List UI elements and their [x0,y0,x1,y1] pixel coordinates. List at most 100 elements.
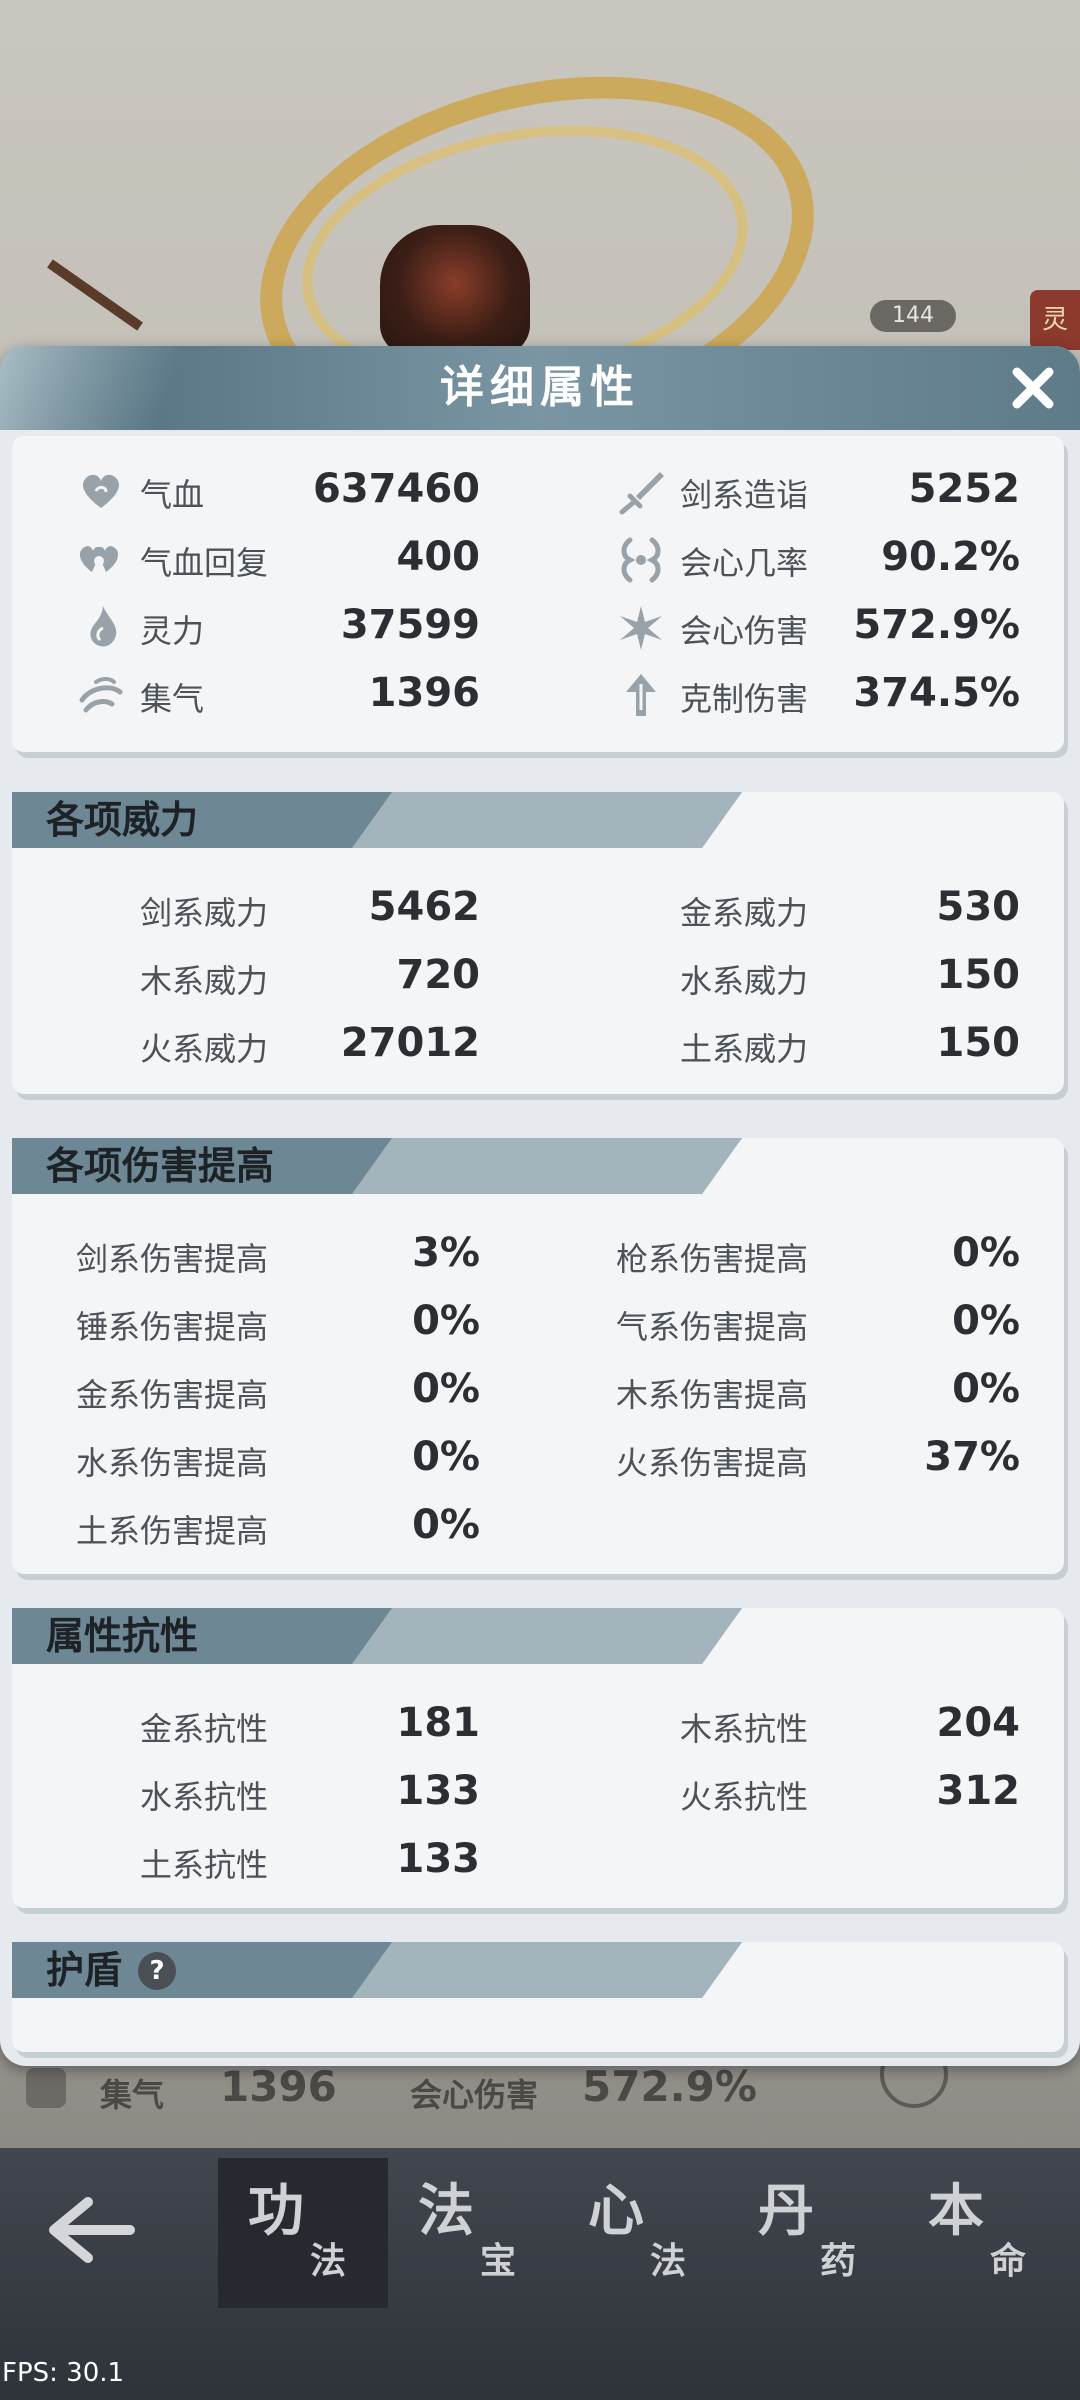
resist-section: 属性抗性 金系抗性 181 水系抗性 133 土系抗性 133 木系抗性 204… [12,1608,1064,1908]
basic-stats-card: 气血 637460 气血回复 400 灵力 37599 集气 1396 剑系造诣… [12,436,1064,752]
stat-value: 0% [952,1230,1020,1276]
stat-value: 530 [936,884,1021,930]
stat-value: 572.9% [853,602,1020,648]
stat-label: 土系伤害提高 [76,1512,269,1550]
stat-value: 1396 [368,670,480,716]
stat-label: 火系抗性 [680,1778,809,1816]
stat-value: 204 [936,1700,1021,1746]
stat-value: 0% [952,1298,1020,1344]
tab-fabao-small: 宝 [480,2241,517,2282]
stat-label: 气血 [140,476,205,514]
stat-label: 集气 [140,680,205,718]
character-helmet [380,225,530,355]
stat-value: 400 [396,534,481,580]
stat-row: 火系威力 27012 [12,1016,492,1076]
stat-row: 会心伤害 572.9% [552,598,1032,658]
stat-row: 水系伤害提高 0% [12,1430,492,1490]
stat-value: 27012 [340,1020,480,1066]
tab-gongfa[interactable]: 功 法 [218,2158,388,2308]
stat-row: 集气 1396 [12,666,492,726]
tab-fabao-big: 法 [418,2179,474,2244]
stat-value: 90.2% [881,534,1020,580]
stat-row: 火系伤害提高 37% [552,1430,1032,1490]
stat-value: 0% [952,1366,1020,1412]
stat-value: 181 [396,1700,481,1746]
stat-label: 气血回复 [140,544,269,582]
stat-label: 剑系威力 [140,894,269,932]
stat-row: 木系威力 720 [12,948,492,1008]
underlay-stat-a-value: 1396 [220,2062,337,2111]
stat-row: 金系抗性 181 [12,1696,492,1756]
stat-row: 木系伤害提高 0% [552,1362,1032,1422]
stat-row: 水系抗性 133 [12,1764,492,1824]
tab-danyao[interactable]: 丹 药 [728,2158,898,2308]
close-icon [1012,367,1054,409]
modal-title: 详细属性 [440,362,640,413]
stat-label: 金系威力 [680,894,809,932]
tab-gongfa-small: 法 [310,2241,347,2282]
arrow-up-icon [626,674,656,716]
stat-label: 克制伤害 [680,680,809,718]
stat-value: 5462 [368,884,480,930]
stat-value: 150 [936,952,1021,998]
underlay-stat-b-value: 572.9% [582,2062,757,2111]
section-header: 各项伤害提高 [12,1138,742,1194]
modal-header: 详细属性 [0,346,1080,430]
stat-label: 金系抗性 [140,1710,269,1748]
underlay-stat-b-label: 会心伤害 [410,2076,539,2114]
tab-xinfa[interactable]: 心 法 [558,2158,728,2308]
tab-benming-small: 命 [990,2241,1027,2282]
stat-value: 133 [396,1768,481,1814]
stat-value: 133 [396,1836,481,1882]
fps-counter: FPS: 30.1 [2,2358,125,2388]
stat-row: 锤系伤害提高 0% [12,1294,492,1354]
stat-label: 水系威力 [680,962,809,1000]
stat-row: 会心几率 90.2% [552,530,1032,590]
tab-fabao[interactable]: 法 宝 [388,2158,558,2308]
back-arrow-icon [49,2197,135,2263]
stat-label: 会心伤害 [680,612,809,650]
power-section: 各项威力 剑系威力 5462 木系威力 720 火系威力 27012 金系威力 … [12,792,1064,1094]
stat-label: 土系威力 [680,1030,809,1068]
stat-row: 气血回复 400 [12,530,492,590]
stat-row: 火系抗性 312 [552,1764,1032,1824]
stat-label: 水系伤害提高 [76,1444,269,1482]
section-header: 护盾 ? [12,1942,742,1998]
stat-row: 金系伤害提高 0% [12,1362,492,1422]
stat-label: 木系威力 [140,962,269,1000]
stat-value: 312 [936,1768,1021,1814]
stat-row: 气系伤害提高 0% [552,1294,1032,1354]
section-title: 护盾 [46,1948,123,1992]
close-button[interactable] [1005,360,1061,416]
stat-row: 气血 637460 [12,462,492,522]
stat-row: 剑系威力 5462 [12,880,492,940]
stat-label: 剑系伤害提高 [76,1240,269,1278]
level-badge: 144 [870,300,956,332]
stat-row: 金系威力 530 [552,880,1032,940]
stat-label: 火系威力 [140,1030,269,1068]
stat-row: 土系伤害提高 0% [12,1498,492,1558]
section-header: 各项威力 [12,792,742,848]
tab-benming-big: 本 [928,2179,984,2244]
stat-label: 剑系造诣 [680,476,809,514]
stat-value: 0% [412,1502,480,1548]
back-button[interactable] [40,2190,140,2270]
stat-row: 水系威力 150 [552,948,1032,1008]
side-tag[interactable]: 灵 [1030,290,1080,350]
stat-row: 剑系伤害提高 3% [12,1226,492,1286]
stat-value: 637460 [313,466,480,512]
stat-value: 374.5% [853,670,1020,716]
help-icon[interactable]: ? [138,1952,176,1990]
section-title: 各项伤害提高 [46,1144,275,1188]
tab-danyao-big: 丹 [758,2179,814,2244]
tab-benming[interactable]: 本 命 [898,2158,1068,2308]
stat-label: 水系抗性 [140,1778,269,1816]
spear-shaft [47,259,143,331]
stat-row: 克制伤害 374.5% [552,666,1032,726]
stat-value: 3% [412,1230,480,1276]
tab-danyao-small: 药 [820,2241,857,2282]
stat-row: 木系抗性 204 [552,1696,1032,1756]
damage-section: 各项伤害提高 剑系伤害提高 3% 锤系伤害提高 0% 金系伤害提高 0% 水系伤… [12,1138,1064,1574]
starburst-icon [620,606,662,650]
double-heart-icon [79,546,119,572]
